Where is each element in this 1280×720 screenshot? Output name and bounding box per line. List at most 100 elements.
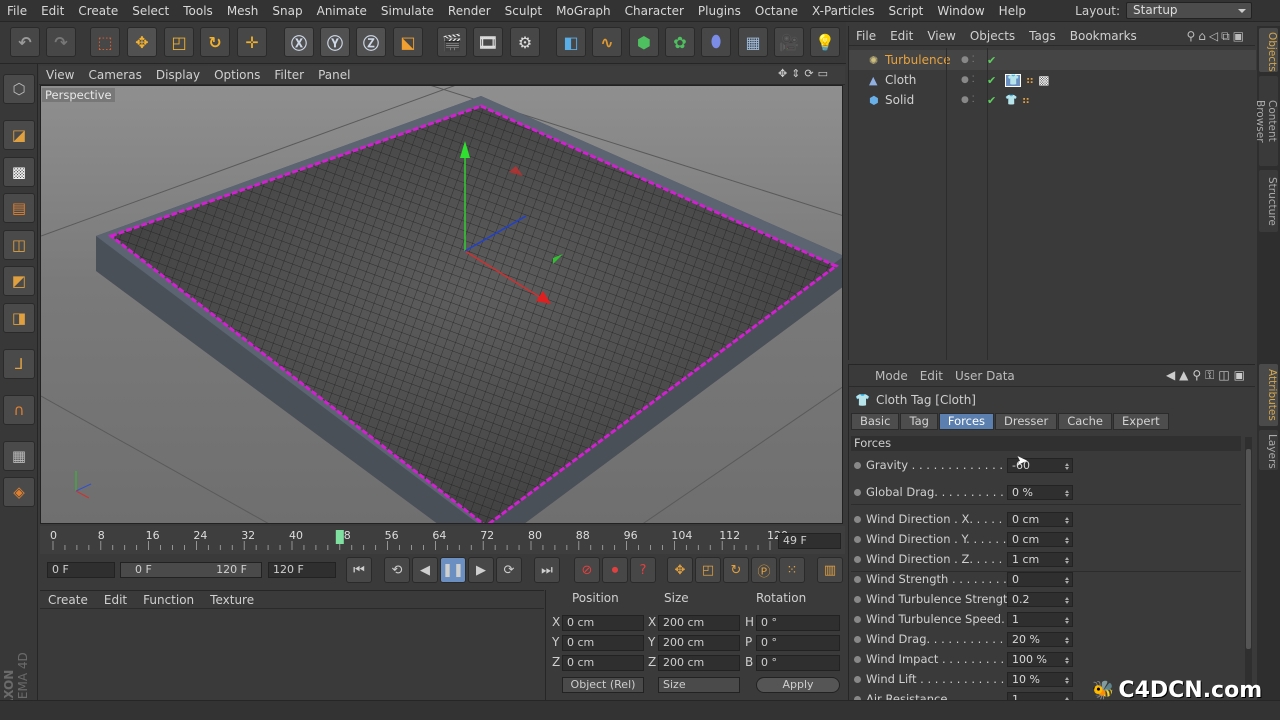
menu-window[interactable]: Window [930,4,991,18]
timeline[interactable]: 081624324048566472808896104112120 [40,526,845,554]
snapping-icon[interactable]: ∩ [3,395,35,425]
object-name[interactable]: Turbulence [885,53,951,67]
tab-basic[interactable]: Basic [851,413,900,430]
object-name[interactable]: Solid [885,93,945,107]
timeline-icon[interactable]: ▥ [817,557,843,583]
tab-forces[interactable]: Forces [938,413,995,430]
param-value-field[interactable]: 1 [1007,611,1073,627]
workplane-icon[interactable]: ◈ [3,477,35,507]
coordinate-system-icon[interactable]: ⬕ [393,27,423,57]
z-axis-icon[interactable]: Ⓩ [356,27,386,57]
visibility-dots-icon[interactable]: ● ⁚ [961,55,987,65]
param-value-field[interactable]: 0 cm [1007,531,1073,547]
object-menu-objects[interactable]: Objects [963,29,1022,43]
spline-pen-icon[interactable]: ∿ [592,27,622,57]
cube-icon[interactable]: ◧ [556,27,586,57]
param-value-field[interactable]: 0 % [1007,484,1073,500]
record-pla-icon[interactable]: ⁙ [779,557,805,583]
workplane-mode-icon[interactable]: ▤ [3,193,35,223]
object-menu-file[interactable]: File [849,29,883,43]
tab-layers[interactable]: Layers [1259,430,1278,470]
viewport-menu-filter[interactable]: Filter [267,68,311,82]
material-menu-edit[interactable]: Edit [96,593,135,607]
go-to-end-icon[interactable]: ⏭ [534,557,560,583]
dynamics-tag-icon[interactable]: ⠶ [1025,73,1034,87]
animate-dot-icon[interactable] [854,461,861,469]
param-value-field[interactable]: 20 % [1007,631,1073,647]
enabled-check-icon[interactable]: ✔ [987,54,1003,67]
end-frame-field[interactable]: 120 F [268,562,336,578]
param-value-field[interactable]: 0 [1007,571,1073,587]
coordinate-mode-dropdown[interactable]: Object (Rel) [562,677,644,693]
viewport-menu-options[interactable]: Options [207,68,267,82]
tab-structure[interactable]: Structure [1259,170,1278,232]
size-field[interactable]: 200 cm [658,635,740,651]
tab-attributes[interactable]: Attributes [1259,364,1278,426]
menu-octane[interactable]: Octane [748,4,805,18]
next-frame-icon[interactable]: ▶ [468,557,494,583]
menu-help[interactable]: Help [992,4,1033,18]
tab-dresser[interactable]: Dresser [995,413,1058,430]
render-settings-icon[interactable]: ⚙ [510,27,540,57]
animate-dot-icon[interactable] [854,555,861,563]
undo-icon[interactable]: ↶ [10,27,40,57]
subdivision-surface-icon[interactable]: ⬢ [629,27,659,57]
menu-create[interactable]: Create [71,4,125,18]
material-menu-function[interactable]: Function [135,593,202,607]
start-frame-field[interactable]: 0 F [47,562,115,578]
workplane-lock-icon[interactable]: ▦ [3,441,35,471]
apply-button[interactable]: Apply [756,677,840,693]
current-frame-field[interactable]: 49 F [778,533,841,549]
menu-simulate[interactable]: Simulate [374,4,441,18]
menu-tools[interactable]: Tools [176,4,220,18]
y-axis-icon[interactable]: Ⓨ [320,27,350,57]
collider-tag-icon[interactable]: 👕 [1005,95,1017,106]
menu-xparticles[interactable]: X-Particles [805,4,882,18]
edges-mode-icon[interactable]: ◩ [3,266,35,296]
viewport-menu-cameras[interactable]: Cameras [81,68,148,82]
scale-icon[interactable]: ◰ [164,27,194,57]
previous-frame-icon[interactable]: ◀ [412,557,438,583]
axis-mode-icon[interactable]: ⅃ [3,349,35,379]
record-parameter-icon[interactable]: Ⓟ [751,557,777,583]
param-value-field[interactable]: 0.2 [1007,591,1073,607]
animate-dot-icon[interactable] [854,635,861,643]
size-field[interactable]: 200 cm [658,615,740,631]
animate-dot-icon[interactable] [854,615,861,623]
viewport-menu-display[interactable]: Display [149,68,207,82]
tab-expert[interactable]: Expert [1113,413,1169,430]
object-row[interactable]: ▲ Cloth ● ⁚ ✔ 👕 ⠶ ▩ [849,70,1256,90]
menu-select[interactable]: Select [125,4,176,18]
menu-mesh[interactable]: Mesh [220,4,266,18]
enabled-check-icon[interactable]: ✔ [987,94,1003,107]
param-value-field[interactable]: 100 % [1007,651,1073,667]
attribute-menu-mode[interactable]: Mode [869,369,914,383]
material-menu-create[interactable]: Create [40,593,96,607]
camera-icon[interactable]: 🎥 [774,27,804,57]
enabled-check-icon[interactable]: ✔ [987,74,1003,87]
render-picture-viewer-icon[interactable]: 🎞 [473,27,503,57]
viewport-nav-icons[interactable]: ✥⇕⟳▭ [778,67,832,80]
object-row[interactable]: ✺ Turbulence ● ⁚ ✔ [849,50,1256,70]
recent-tools-icon[interactable]: ✛ [237,27,267,57]
object-name[interactable]: Cloth [885,73,945,87]
param-value-field[interactable]: 1 cm [1007,551,1073,567]
position-field[interactable]: 0 cm [562,655,644,671]
position-field[interactable]: 0 cm [562,635,644,651]
rotation-field[interactable]: 0 ° [756,655,840,671]
viewport-menu-panel[interactable]: Panel [311,68,357,82]
light-icon[interactable]: 💡 [810,27,840,57]
animate-dot-icon[interactable] [854,535,861,543]
animate-dot-icon[interactable] [854,675,861,683]
redo-icon[interactable]: ↷ [46,27,76,57]
animate-dot-icon[interactable] [854,595,861,603]
rotation-field[interactable]: 0 ° [756,615,840,631]
preview-range-slider[interactable]: 0 F 120 F [120,562,262,578]
position-field[interactable]: 0 cm [562,615,644,631]
record-keys-icon[interactable]: ⊘ [574,557,600,583]
animate-dot-icon[interactable] [854,515,861,523]
texture-mode-icon[interactable]: ▩ [3,157,35,187]
previous-key-icon[interactable]: ⟲ [384,557,410,583]
menu-script[interactable]: Script [882,4,931,18]
viewport-menu-view[interactable]: View [39,68,81,82]
